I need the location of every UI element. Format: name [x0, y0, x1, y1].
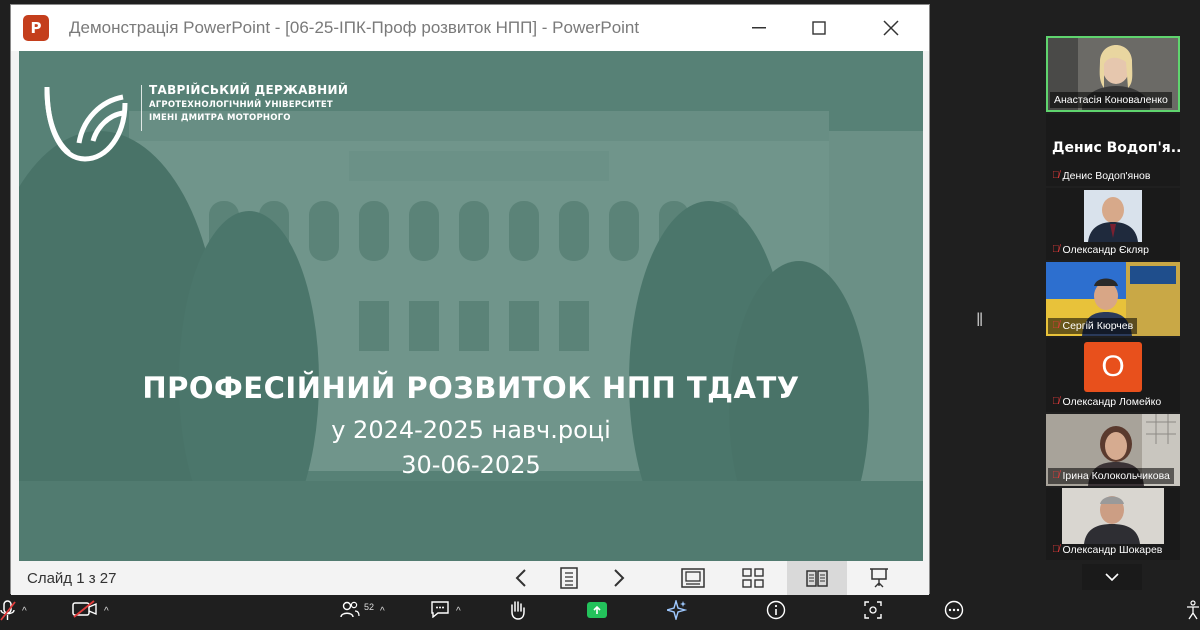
slide-date: 30-06-2025 [401, 451, 541, 479]
university-name-line2: АГРОТЕХНОЛОГІЧНИЙ УНІВЕРСИТЕТ [149, 100, 333, 110]
participant-name: Олександр Шокарев [1062, 544, 1163, 556]
participant-tile[interactable]: 🎙̸ Сергій Кюрчев [1046, 262, 1180, 336]
participant-tile[interactable]: О 🎙̸ Олександр Ломейко [1046, 338, 1180, 412]
participant-tile[interactable]: Денис Водоп'я... 🎙̸ Денис Водоп'янов [1046, 114, 1180, 186]
microphone-control[interactable]: ^ [0, 596, 27, 630]
participants-control[interactable]: 52 ^ [340, 596, 385, 630]
panel-resize-handle-icon[interactable]: ‖ [976, 310, 983, 331]
accessibility-icon[interactable] [1186, 600, 1200, 620]
ai-companion-button[interactable] [667, 596, 687, 630]
participants-count: 52 [364, 602, 375, 612]
chevron-down-icon[interactable] [1082, 564, 1142, 590]
presenter-statusbar: Слайд 1 з 27 [11, 561, 929, 595]
participant-tile[interactable]: Анастасія Коноваленко [1046, 36, 1180, 112]
university-name-line3: ІМЕНІ ДМИТРА МОТОРНОГО [149, 113, 291, 123]
slide-subheading: у 2024-2025 навч.році [331, 416, 611, 444]
microphone-muted-icon[interactable] [0, 600, 16, 622]
chat-icon[interactable] [430, 600, 450, 618]
chevron-up-icon[interactable]: ^ [104, 606, 109, 617]
participant-tile[interactable]: 🎙̸ Олександр Шокарев [1046, 488, 1180, 560]
share-screen-icon[interactable] [587, 602, 607, 618]
slide-counter: Слайд 1 з 27 [27, 570, 117, 587]
participant-tile[interactable]: 🎙̸ Ірина Колокольчикова [1046, 414, 1180, 486]
see-all-slides-icon[interactable] [547, 561, 591, 595]
participant-name-label: 🎙̸ Олександр Ломейко [1048, 394, 1165, 410]
participant-name-label: 🎙̸ Ірина Колокольчикова [1048, 468, 1174, 484]
participant-name: Сергій Кюрчев [1062, 320, 1134, 332]
logo-divider [141, 85, 142, 131]
participant-tile[interactable]: 🎙̸ Олександр Єкляр [1046, 188, 1180, 260]
video-control[interactable]: ^ [72, 596, 109, 630]
participant-initial-avatar: О [1084, 342, 1142, 392]
info-button[interactable] [766, 596, 786, 630]
previous-slide-icon[interactable] [499, 561, 543, 595]
participant-name-label: 🎙̸ Олександр Єкляр [1048, 242, 1153, 258]
more-icon[interactable] [944, 600, 964, 620]
participant-name: Денис Водоп'янов [1062, 170, 1151, 182]
chevron-up-icon[interactable]: ^ [380, 606, 385, 617]
slide-heading: ПРОФЕСІЙНИЙ РОЗВИТОК НПП ТДАТУ [142, 371, 800, 405]
video-off-icon[interactable] [72, 600, 98, 618]
raise-hand-button[interactable] [508, 596, 526, 630]
powerpoint-app-icon: P [23, 15, 49, 41]
slide-show-icon[interactable] [857, 561, 901, 595]
reading-view-icon[interactable] [787, 561, 847, 595]
normal-view-icon[interactable] [671, 561, 715, 595]
university-logo-icon [44, 86, 128, 162]
window-titlebar: P Демонстрація PowerPoint - [06-25-ІПК-П… [11, 5, 929, 51]
slide-color-overlay [19, 51, 923, 561]
slide-sorter-icon[interactable] [731, 561, 775, 595]
participant-name: Олександр Ломейко [1062, 396, 1162, 408]
next-slide-icon[interactable] [597, 561, 641, 595]
mic-muted-icon: 🎙̸ [1052, 470, 1060, 481]
participant-name: Анастасія Коноваленко [1054, 94, 1168, 106]
chat-control[interactable]: ^ [430, 596, 461, 630]
mic-muted-icon: 🎙̸ [1052, 544, 1060, 555]
participant-name-label: 🎙̸ Денис Водоп'янов [1048, 168, 1154, 184]
mic-muted-icon: 🎙̸ [1052, 320, 1060, 331]
share-screen-button[interactable] [587, 596, 607, 630]
raise-hand-icon[interactable] [508, 600, 526, 620]
participant-name-label: Анастасія Коноваленко [1050, 92, 1172, 108]
info-icon[interactable] [766, 600, 786, 620]
university-name: ТАВРІЙСЬКИЙ ДЕРЖАВНИЙ АГРОТЕХНОЛОГІЧНИЙ … [149, 83, 348, 123]
participant-name-label: 🎙̸ Сергій Кюрчев [1048, 318, 1138, 334]
mic-muted-icon: 🎙̸ [1052, 244, 1060, 255]
apps-icon[interactable] [863, 600, 883, 620]
participant-display-name: Денис Водоп'я... [1052, 140, 1180, 156]
window-title: Демонстрація PowerPoint - [06-25-ІПК-Про… [69, 18, 640, 37]
meeting-toolbar: ^ ^ 52 ^ ^ [0, 596, 1200, 630]
chevron-up-icon[interactable]: ^ [456, 606, 461, 617]
sparkle-icon[interactable] [667, 600, 687, 620]
participants-icon[interactable] [340, 600, 360, 618]
mic-muted-icon: 🎙̸ [1052, 396, 1060, 407]
participant-name-label: 🎙̸ Олександр Шокарев [1048, 542, 1166, 558]
apps-button[interactable] [863, 596, 883, 630]
minimize-icon[interactable] [731, 5, 787, 51]
powerpoint-window: P Демонстрація PowerPoint - [06-25-ІПК-П… [10, 4, 930, 595]
close-icon[interactable] [863, 5, 919, 51]
university-name-line1: ТАВРІЙСЬКИЙ ДЕРЖАВНИЙ [149, 83, 349, 97]
participant-name: Олександр Єкляр [1062, 244, 1149, 256]
participant-name: Ірина Колокольчикова [1062, 470, 1170, 482]
accessibility-button[interactable] [1186, 596, 1200, 630]
slide-canvas[interactable]: ТАВРІЙСЬКИЙ ДЕРЖАВНИЙ АГРОТЕХНОЛОГІЧНИЙ … [19, 51, 923, 561]
maximize-icon[interactable] [791, 5, 847, 51]
chevron-up-icon[interactable]: ^ [22, 606, 27, 617]
more-button[interactable] [944, 596, 964, 630]
mic-muted-icon: 🎙̸ [1052, 170, 1060, 181]
